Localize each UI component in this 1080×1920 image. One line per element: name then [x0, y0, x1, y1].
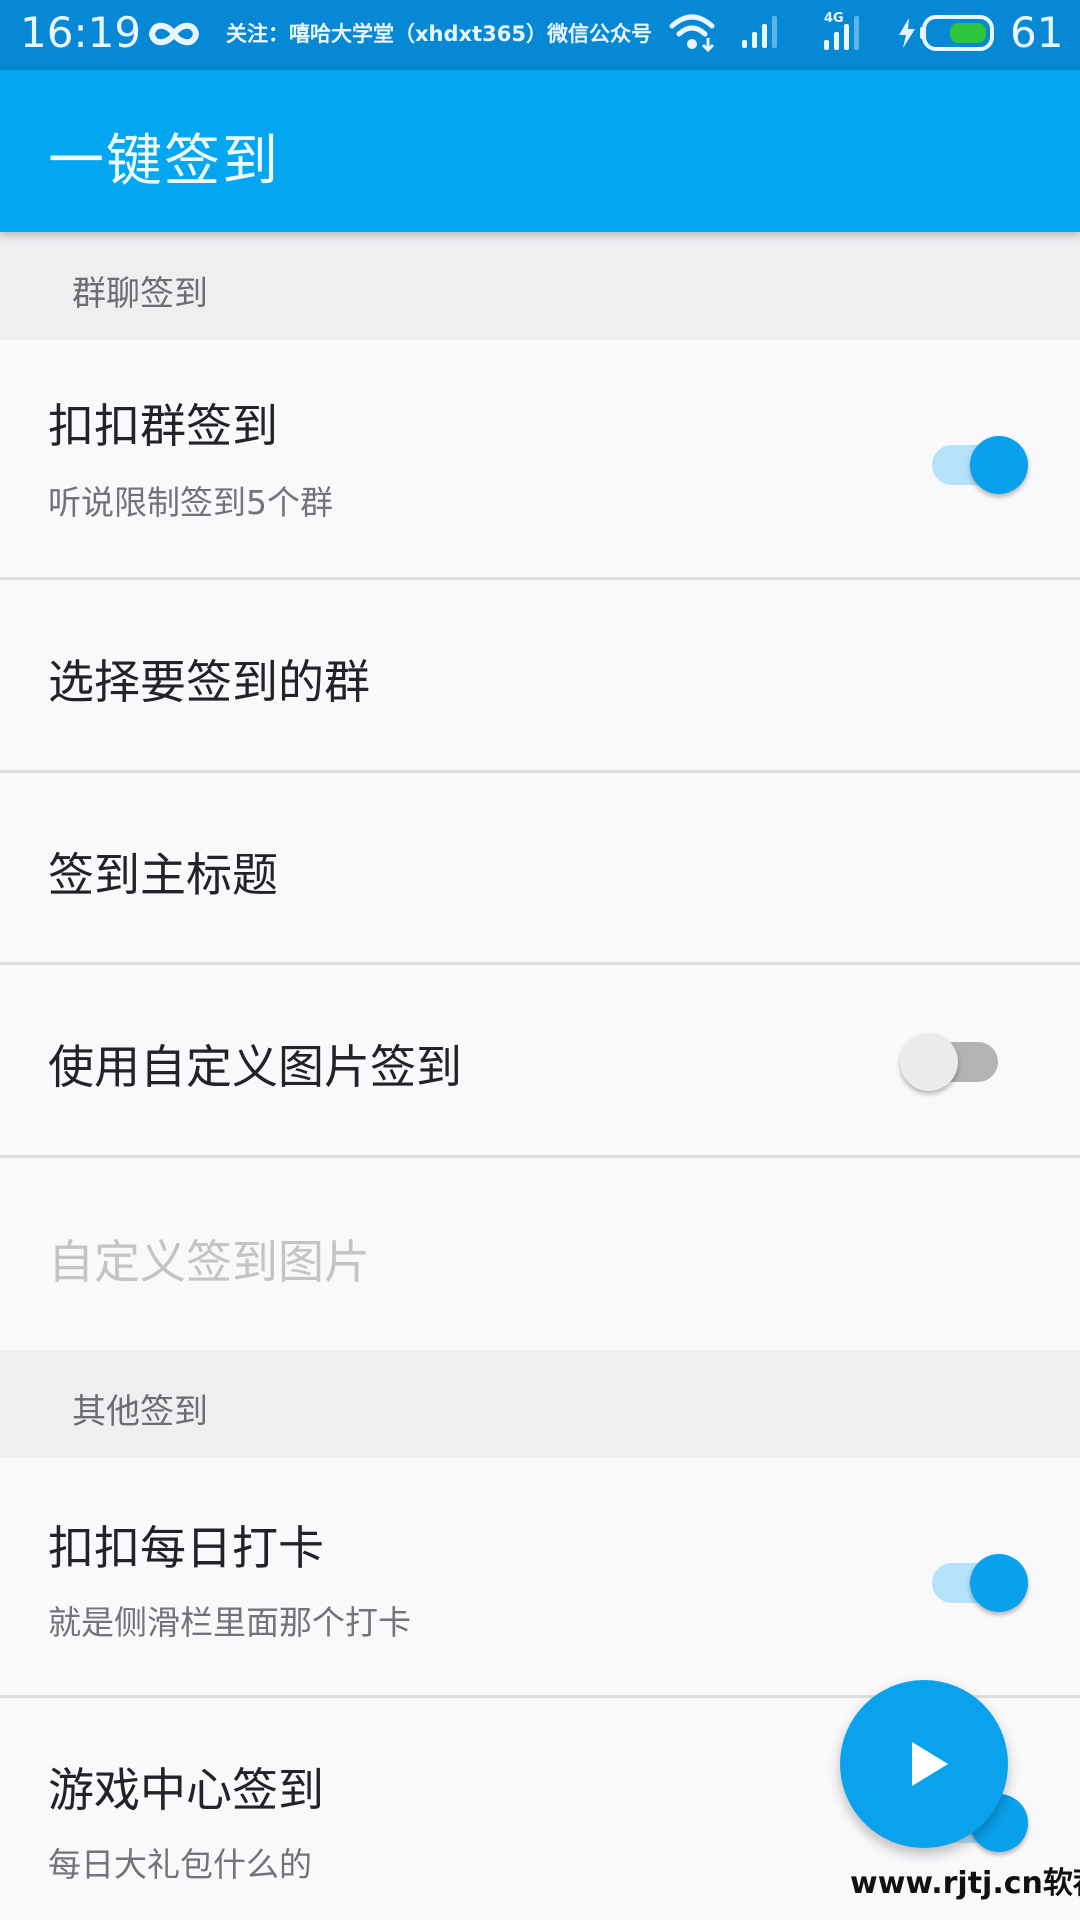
signal-4g-icon: 4G — [824, 11, 859, 50]
section-header-label: 其他签到 — [72, 1392, 208, 1432]
section-header-group-checkin: 群聊签到 — [0, 232, 1080, 340]
setting-title: 签到主标题 — [48, 848, 278, 902]
infinity-icon — [148, 22, 200, 46]
setting-title: 使用自定义图片签到 — [48, 1040, 462, 1094]
setting-title: 扣扣每日打卡 — [48, 1521, 324, 1575]
watermark: www.rjtj.cn软荐网 — [850, 1866, 1080, 1901]
toggle-thumb — [970, 1554, 1028, 1612]
setting-use-custom-image[interactable]: 使用自定义图片签到 — [0, 965, 1080, 1158]
run-checkin-fab[interactable] — [840, 1680, 1008, 1848]
battery-level: 61 — [1010, 8, 1064, 57]
setting-subtitle: 就是侧滑栏里面那个打卡 — [48, 1603, 411, 1642]
svg-text:4G: 4G — [824, 11, 844, 26]
setting-custom-checkin-image: 自定义签到图片 — [0, 1158, 1080, 1350]
app-bar: 一键签到 — [0, 70, 1080, 232]
setting-subtitle: 听说限制签到5个群 — [48, 483, 333, 522]
battery-icon — [920, 15, 994, 51]
status-bar: 16:19 关注：嘻哈大学堂（xhdxt365）微信公众号 4G 61 — [0, 0, 1080, 70]
setting-subtitle: 每日大礼包什么的 — [48, 1845, 312, 1884]
custom-image-toggle[interactable] — [898, 1021, 1008, 1091]
toggle-thumb — [970, 436, 1028, 494]
setting-checkin-main-title[interactable]: 签到主标题 — [0, 773, 1080, 965]
status-notice: 关注：嘻哈大学堂（xhdxt365）微信公众号 — [226, 22, 652, 46]
setting-title: 扣扣群签到 — [48, 399, 278, 453]
play-icon — [912, 1742, 948, 1786]
section-header-other-checkin: 其他签到 — [0, 1350, 1080, 1458]
page-title: 一键签到 — [48, 129, 280, 194]
qq-group-checkin-toggle[interactable] — [918, 424, 1028, 494]
setting-select-groups[interactable]: 选择要签到的群 — [0, 580, 1080, 773]
setting-qq-group-checkin[interactable]: 扣扣群签到 听说限制签到5个群 — [0, 340, 1080, 580]
qq-daily-punch-toggle[interactable] — [918, 1542, 1028, 1612]
toggle-thumb — [900, 1033, 958, 1091]
signal-icon — [742, 16, 777, 48]
setting-title: 游戏中心签到 — [48, 1763, 324, 1817]
setting-qq-daily-punch[interactable]: 扣扣每日打卡 就是侧滑栏里面那个打卡 — [0, 1458, 1080, 1698]
setting-title: 自定义签到图片 — [48, 1235, 370, 1289]
wifi-icon — [669, 14, 715, 53]
status-time: 16:19 — [20, 8, 142, 57]
setting-title: 选择要签到的群 — [48, 655, 370, 709]
section-header-label: 群聊签到 — [72, 274, 208, 314]
charging-icon — [899, 18, 915, 48]
